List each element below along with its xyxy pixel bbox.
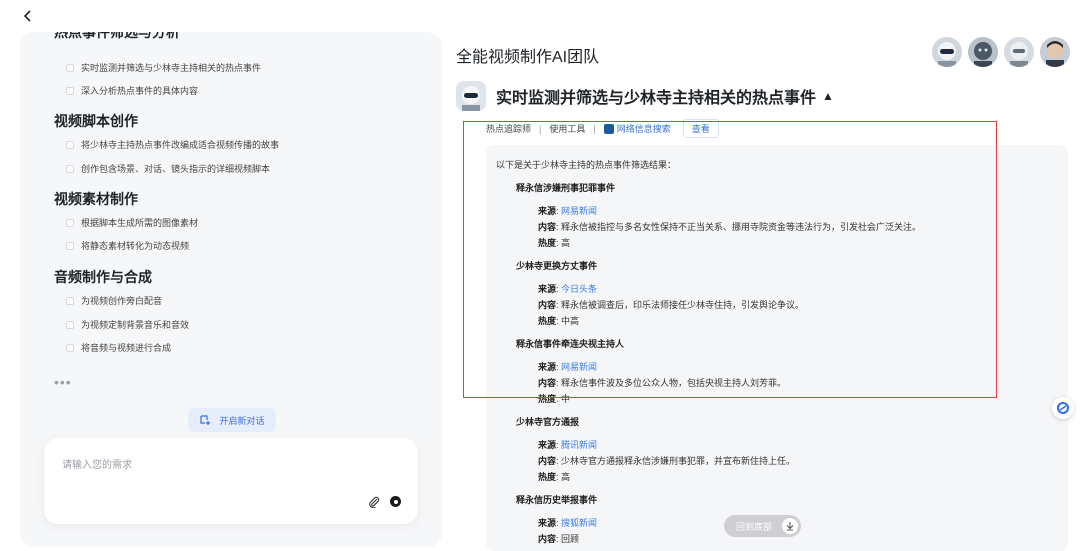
event-content: 内容: 释永信被调查后，印乐法师接任少林寺住持，引发舆论争议。 — [538, 300, 805, 310]
robot-avatar-icon — [932, 37, 962, 67]
web-search-icon — [603, 123, 614, 134]
team-title: 全能视频制作AI团队 — [456, 49, 600, 66]
event-source: 来源: 网易新闻 — [538, 362, 598, 372]
checkbox — [66, 218, 74, 227]
event-content: 内容: 释永信被指控与多名女性保持不正当关系、挪用寺院资金等违法行为，引发社会广… — [538, 222, 922, 232]
section-title: 热点事件筛选与分析 — [54, 32, 180, 40]
task-item: 将音频与视频进行合成 — [66, 341, 171, 354]
collapse-caret-icon[interactable]: ▲ — [822, 89, 834, 103]
task-plan-panel: 热点事件筛选与分析 实时监测并筛选与少林寺主持相关的热点事件 深入分析热点事件的… — [20, 32, 442, 547]
event-title: 释永信历史举报事件 — [516, 495, 598, 505]
tool-usage-row: 热点追踪师 | 使用工具 | 网络信息搜索 查看 — [486, 119, 719, 138]
result-card: 以下是关于少林寺主持的热点事件筛选结果： 释永信涉嫌刑事犯罪事件 来源: 网易新… — [486, 145, 1068, 551]
use-tool-label: 使用工具 — [549, 124, 586, 134]
avatar[interactable] — [1040, 37, 1070, 67]
attach-icon[interactable] — [368, 495, 380, 513]
source-link[interactable]: 搜狐新闻 — [561, 518, 597, 528]
event-heat: 热度: 中高 — [538, 316, 580, 326]
task-header[interactable]: 实时监测并筛选与少林寺主持相关的热点事件 ▲ — [456, 81, 834, 111]
scroll-to-bottom-button[interactable]: 回到底部 — [724, 515, 801, 537]
source-link[interactable]: 腾讯新闻 — [561, 440, 597, 450]
arrow-down-icon — [782, 518, 798, 534]
avatar[interactable] — [1004, 37, 1034, 67]
event-title: 释永信涉嫌刑事犯罪事件 — [516, 183, 616, 193]
robot-avatar-icon — [1040, 37, 1070, 67]
task-item: 深入分析热点事件的具体内容 — [66, 84, 198, 97]
task-item: 实时监测并筛选与少林寺主持相关的热点事件 — [66, 61, 261, 74]
more-icon[interactable]: ••• — [54, 374, 72, 390]
checkbox — [66, 86, 74, 95]
task-title: 实时监测并筛选与少林寺主持相关的热点事件 — [496, 90, 817, 107]
checkbox — [66, 241, 74, 250]
assistant-widget-icon[interactable] — [1052, 397, 1074, 419]
task-item: 将静态素材转化为动态视频 — [66, 239, 189, 252]
section-title: 视频脚本创作 — [54, 113, 138, 129]
robot-avatar-icon — [1004, 37, 1034, 67]
checkbox — [66, 296, 74, 305]
result-intro: 以下是关于少林寺主持的热点事件筛选结果： — [496, 160, 677, 170]
robot-avatar-icon — [456, 81, 486, 111]
avatar[interactable] — [968, 37, 998, 67]
chevron-left-icon — [23, 10, 31, 22]
agent-name: 热点追踪师 — [486, 124, 532, 134]
agent-avatar — [456, 81, 486, 111]
event-heat: 热度: 中 — [538, 394, 571, 404]
section-title: 视频素材制作 — [54, 191, 138, 207]
task-item: 为视频创作旁白配音 — [66, 294, 162, 307]
event-title: 释永信事件牵连央视主持人 — [516, 339, 625, 349]
event-title: 少林寺更换方丈事件 — [516, 261, 598, 271]
event-source: 来源: 腾讯新闻 — [538, 440, 598, 450]
task-item: 根据脚本生成所需的图像素材 — [66, 216, 198, 229]
tool-name: 网络信息搜索 — [603, 122, 671, 135]
source-link[interactable]: 网易新闻 — [561, 362, 597, 372]
new-chat-button[interactable]: 开启新对话 — [188, 408, 276, 432]
view-button[interactable]: 查看 — [682, 119, 719, 138]
event-source: 来源: 搜狐新闻 — [538, 518, 598, 528]
chat-input[interactable]: 请输入您的需求 — [44, 438, 418, 524]
checkbox — [66, 164, 74, 173]
event-content: 内容: 回顾 — [538, 534, 580, 544]
source-link[interactable]: 今日头条 — [561, 284, 597, 294]
source-link[interactable]: 网易新闻 — [561, 206, 597, 216]
checkbox — [66, 140, 74, 149]
event-content: 内容: 释永信事件波及多位公众人物，包括央视主持人刘芳菲。 — [538, 378, 787, 388]
event-content: 内容: 少林寺官方通报释永信涉嫌刑事犯罪，并宣布新住持上任。 — [538, 456, 796, 466]
team-avatars — [932, 37, 1070, 67]
checkbox — [66, 320, 74, 329]
checkbox — [66, 63, 74, 72]
avatar[interactable] — [932, 37, 962, 67]
task-item: 为视频定制背景音乐和音效 — [66, 318, 189, 331]
task-item: 将少林寺主持热点事件改编成适合视频传播的故事 — [66, 138, 279, 151]
event-heat: 热度: 高 — [538, 238, 571, 248]
event-source: 来源: 今日头条 — [538, 284, 598, 294]
send-button[interactable] — [390, 496, 401, 507]
task-item: 创作包含场景、对话、镜头指示的详细视频脚本 — [66, 162, 270, 175]
event-source: 来源: 网易新闻 — [538, 206, 598, 216]
robot-avatar-icon — [968, 37, 998, 67]
checkbox — [66, 343, 74, 352]
event-heat: 热度: 高 — [538, 472, 571, 482]
input-placeholder: 请输入您的需求 — [62, 460, 132, 471]
event-title: 少林寺官方通报 — [516, 417, 580, 427]
section-title: 音频制作与合成 — [54, 269, 152, 285]
new-chat-icon — [200, 415, 211, 425]
back-button[interactable] — [18, 6, 38, 26]
